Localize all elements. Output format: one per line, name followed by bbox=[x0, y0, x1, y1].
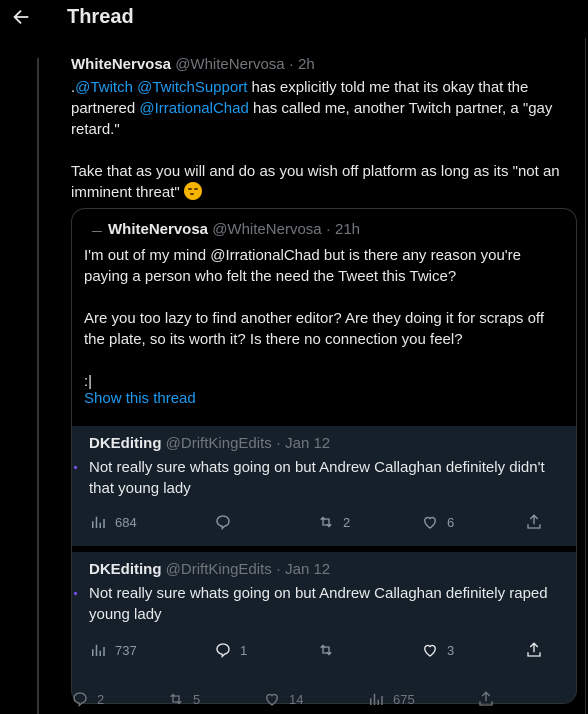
views-stat[interactable]: 675 bbox=[367, 690, 415, 708]
smirk-emoji-icon bbox=[183, 182, 202, 200]
views-stat[interactable]: 737 bbox=[89, 641, 137, 659]
retweet-icon bbox=[170, 693, 182, 705]
share-action[interactable] bbox=[525, 513, 543, 531]
quote-line: the plate, so its worth it? Is there no … bbox=[84, 331, 463, 348]
embed-header: DKEditing @DriftKingEdits · Jan 12 bbox=[89, 435, 330, 452]
tweet-line: imminent threat" bbox=[71, 182, 571, 203]
embed-line: Not really sure whats going on but Andre… bbox=[89, 585, 548, 602]
tweet-line: partnered @IrrationalChad has called me,… bbox=[71, 98, 571, 119]
quote-header: WhiteNervosa @WhiteNervosa · 21h bbox=[84, 221, 360, 238]
embed-time[interactable]: · Jan 12 bbox=[276, 435, 330, 452]
text-span: has explicitly told me that its okay tha… bbox=[247, 79, 529, 96]
page-title: Thread bbox=[67, 6, 134, 28]
reply-count: 2 bbox=[97, 691, 105, 707]
retweet-count: 2 bbox=[343, 514, 351, 530]
retweet-action[interactable]: 2 bbox=[317, 513, 350, 531]
column-border bbox=[585, 38, 586, 714]
show-thread-link[interactable]: Show this thread bbox=[84, 390, 196, 407]
embed-text: Not really sure whats going on but Andre… bbox=[89, 583, 576, 625]
mention-link[interactable]: @Twitch bbox=[75, 79, 133, 96]
embed-header: DKEditing @DriftKingEdits · Jan 12 bbox=[89, 561, 330, 578]
share-icon bbox=[527, 514, 541, 529]
like-count: 6 bbox=[447, 514, 455, 530]
retweet-count: 5 bbox=[193, 691, 201, 707]
like-icon bbox=[424, 516, 436, 529]
embed-line: that young lady bbox=[89, 480, 191, 497]
tweet-author-handle[interactable]: @WhiteNervosa bbox=[175, 56, 284, 73]
like-action[interactable]: 6 bbox=[421, 513, 454, 531]
share-action[interactable] bbox=[525, 641, 543, 659]
quote-author-handle[interactable]: @WhiteNervosa bbox=[212, 221, 321, 238]
share-icon bbox=[527, 642, 541, 657]
tweet-line: Take that as you will and do as you wish… bbox=[71, 163, 560, 180]
retweet-icon bbox=[320, 644, 332, 656]
thread-connector-line bbox=[37, 58, 39, 714]
share-action[interactable] bbox=[477, 690, 495, 708]
tweet-text: .@Twitch @TwitchSupport has explicitly t… bbox=[71, 77, 571, 203]
like-count: 3 bbox=[447, 642, 455, 658]
views-count: 675 bbox=[393, 691, 415, 707]
back-arrow-icon[interactable] bbox=[10, 6, 32, 28]
reply-count: 1 bbox=[240, 642, 248, 658]
tweet-header: WhiteNervosa @WhiteNervosa · 2h bbox=[71, 56, 315, 73]
quote-line: I'm out of my mind @IrrationalChad but i… bbox=[84, 247, 521, 264]
views-icon bbox=[92, 516, 105, 528]
quote-line: Are you too lazy to find another editor?… bbox=[84, 310, 544, 327]
text-span: imminent threat" bbox=[71, 184, 180, 201]
views-stat[interactable]: 684 bbox=[89, 513, 137, 531]
quote-time[interactable]: · 21h bbox=[326, 221, 360, 238]
reply-action[interactable]: 2 bbox=[71, 690, 104, 708]
views-icon bbox=[92, 644, 105, 656]
embed-author-handle[interactable]: @DriftKingEdits bbox=[166, 435, 272, 452]
mention-link[interactable]: @IrrationalChad bbox=[139, 100, 248, 117]
mention-link[interactable]: @TwitchSupport bbox=[137, 79, 247, 96]
tweet-actions: 2 5 14 675 bbox=[71, 690, 511, 712]
embed-author-name[interactable]: DKEditing bbox=[89, 561, 162, 578]
like-icon bbox=[266, 693, 278, 706]
embed-line: Not really sure whats going on but Andre… bbox=[89, 459, 545, 476]
quote-line: paying a person who felt the need the Tw… bbox=[84, 268, 457, 285]
views-count: 684 bbox=[115, 514, 137, 530]
embed-actions: 684 2 6 bbox=[89, 513, 559, 535]
like-action[interactable]: 14 bbox=[263, 690, 303, 708]
retweet-action[interactable] bbox=[317, 641, 343, 659]
card-marker bbox=[74, 592, 77, 595]
embed-time[interactable]: · Jan 12 bbox=[276, 561, 330, 578]
quote-author-name[interactable]: WhiteNervosa bbox=[108, 221, 208, 238]
tweet-line: retard." bbox=[71, 121, 120, 138]
embed-author-handle[interactable]: @DriftKingEdits bbox=[166, 561, 272, 578]
header: Thread bbox=[0, 0, 588, 34]
embedded-tweet-2[interactable]: DKEditing @DriftKingEdits · Jan 12 Not r… bbox=[72, 552, 576, 703]
embed-author-name[interactable]: DKEditing bbox=[89, 435, 162, 452]
reply-icon bbox=[216, 643, 230, 658]
like-action[interactable]: 3 bbox=[421, 641, 454, 659]
embedded-tweet-1[interactable]: DKEditing @DriftKingEdits · Jan 12 Not r… bbox=[72, 426, 576, 546]
retweet-action[interactable]: 5 bbox=[167, 690, 200, 708]
text-span: has called me, another Twitch partner, a… bbox=[248, 100, 553, 117]
retweet-icon bbox=[320, 516, 332, 528]
quoted-tweet[interactable]: WhiteNervosa @WhiteNervosa · 21h I'm out… bbox=[71, 208, 577, 704]
reply-icon bbox=[216, 515, 230, 530]
reply-action[interactable] bbox=[214, 513, 240, 531]
card-marker bbox=[74, 466, 77, 469]
tweet-line: .@Twitch @TwitchSupport has explicitly t… bbox=[71, 77, 571, 98]
share-icon bbox=[479, 691, 493, 706]
embed-line: young lady bbox=[89, 606, 162, 623]
embed-actions: 737 1 3 bbox=[89, 641, 559, 663]
views-count: 737 bbox=[115, 642, 137, 658]
text-span: partnered bbox=[71, 100, 140, 117]
views-icon bbox=[370, 693, 383, 705]
like-count: 14 bbox=[289, 691, 304, 707]
like-icon bbox=[424, 644, 436, 657]
embed-text: Not really sure whats going on but Andre… bbox=[89, 457, 576, 499]
tweet-author-name[interactable]: WhiteNervosa bbox=[71, 56, 171, 73]
reply-action[interactable]: 1 bbox=[214, 641, 247, 659]
quote-line: :| bbox=[84, 373, 93, 390]
tweet-time[interactable]: · 2h bbox=[289, 56, 315, 73]
quote-text: I'm out of my mind @IrrationalChad but i… bbox=[84, 245, 564, 392]
reply-icon bbox=[73, 692, 87, 707]
